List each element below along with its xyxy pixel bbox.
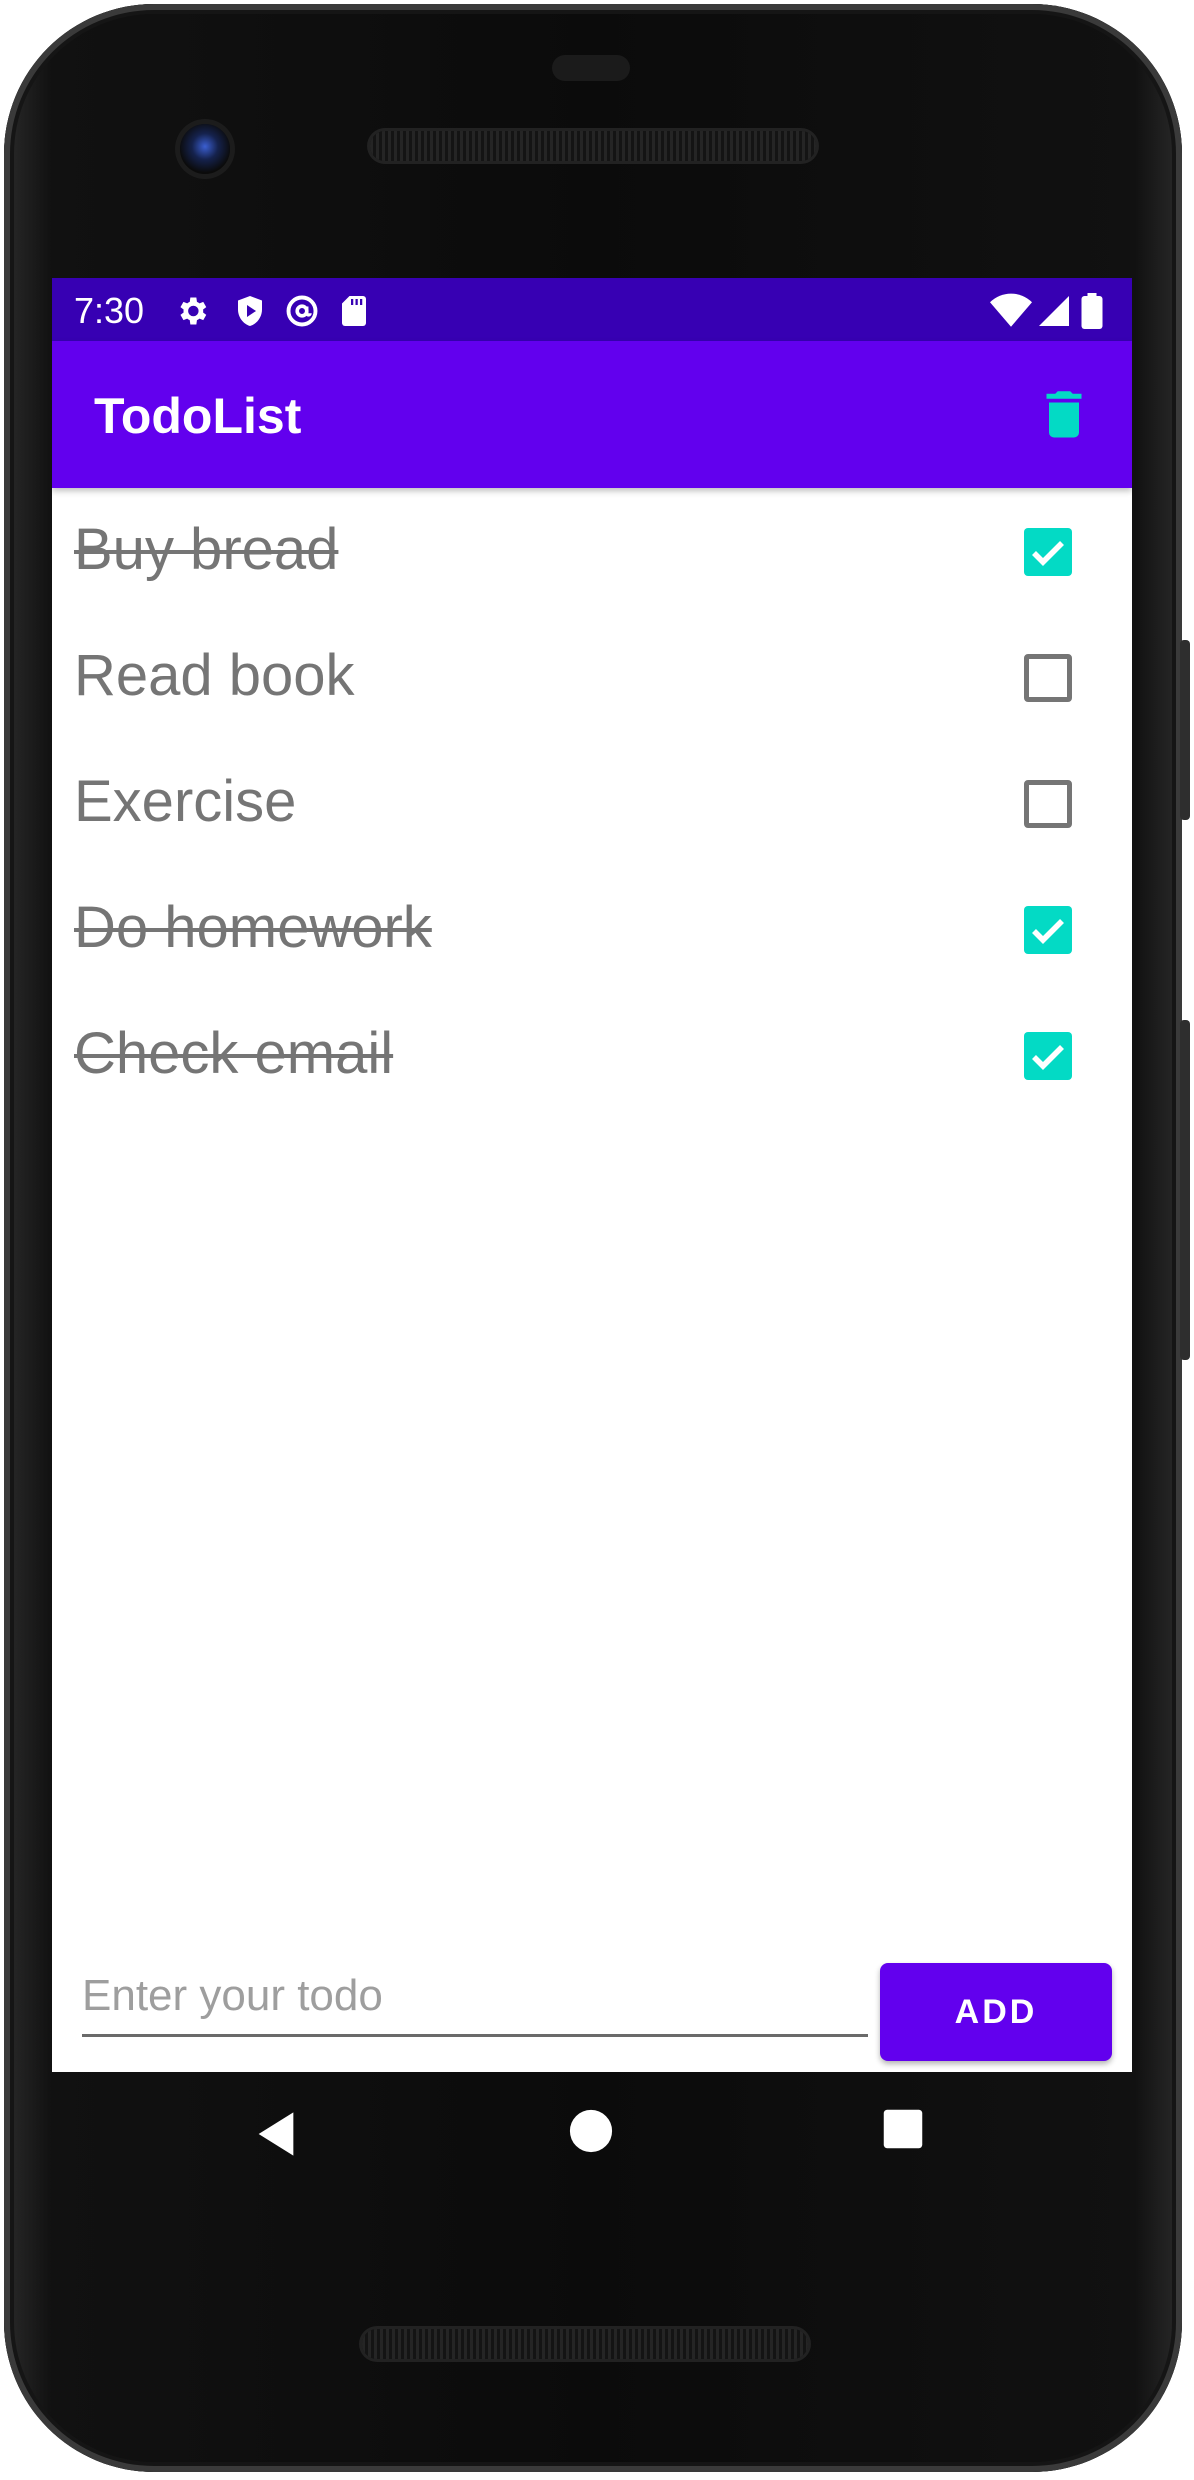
power-button bbox=[1180, 640, 1190, 820]
add-button[interactable]: ADD bbox=[880, 1963, 1112, 2061]
battery-icon bbox=[1081, 293, 1103, 329]
wifi-icon bbox=[990, 293, 1032, 327]
todo-checkbox[interactable] bbox=[1024, 528, 1072, 576]
recents-icon[interactable] bbox=[882, 2108, 924, 2150]
todo-item: Exercise bbox=[52, 740, 1132, 866]
home-icon[interactable] bbox=[568, 2108, 614, 2154]
todo-item: Check email bbox=[52, 992, 1132, 1118]
shield-icon bbox=[238, 296, 262, 326]
todo-input[interactable] bbox=[82, 1964, 868, 2037]
checkmark-icon bbox=[1032, 919, 1064, 944]
todo-text: Buy bread bbox=[74, 517, 339, 582]
app-bar: TodoList bbox=[52, 341, 1132, 488]
todo-checkbox[interactable] bbox=[1024, 654, 1072, 702]
app-title: TodoList bbox=[94, 388, 302, 444]
top-speaker bbox=[370, 131, 816, 161]
earpiece-slot bbox=[552, 55, 630, 81]
checkmark-icon bbox=[1032, 541, 1064, 566]
navigation-bar bbox=[52, 2072, 1132, 2202]
todo-item: Do homework bbox=[52, 866, 1132, 992]
todo-text: Check email bbox=[74, 1021, 394, 1086]
todo-text: Read book bbox=[74, 643, 355, 708]
todo-checkbox[interactable] bbox=[1024, 780, 1072, 828]
todo-checkbox[interactable] bbox=[1024, 1032, 1072, 1080]
settings-icon bbox=[180, 297, 207, 325]
todo-text: Exercise bbox=[74, 769, 297, 834]
status-bar: 7:30 bbox=[52, 278, 1132, 341]
todo-item: Read book bbox=[52, 614, 1132, 740]
front-camera bbox=[180, 124, 230, 174]
status-time: 7:30 bbox=[74, 290, 145, 331]
back-icon[interactable] bbox=[254, 2108, 298, 2160]
todo-checkbox[interactable] bbox=[1024, 906, 1072, 954]
at-sign-icon bbox=[286, 295, 318, 327]
screen: 7:30 TodoList Buy bread Read book Exerci… bbox=[52, 278, 1132, 2072]
checkmark-icon bbox=[1032, 1045, 1064, 1070]
sd-card-icon bbox=[342, 296, 366, 326]
delete-completed-button[interactable] bbox=[1034, 385, 1094, 445]
todo-item: Buy bread bbox=[52, 488, 1132, 614]
trash-icon bbox=[1046, 391, 1082, 438]
todo-text: Do homework bbox=[74, 895, 432, 960]
signal-icon bbox=[1039, 296, 1069, 326]
volume-button bbox=[1180, 1020, 1190, 1360]
bottom-speaker bbox=[362, 2329, 808, 2359]
